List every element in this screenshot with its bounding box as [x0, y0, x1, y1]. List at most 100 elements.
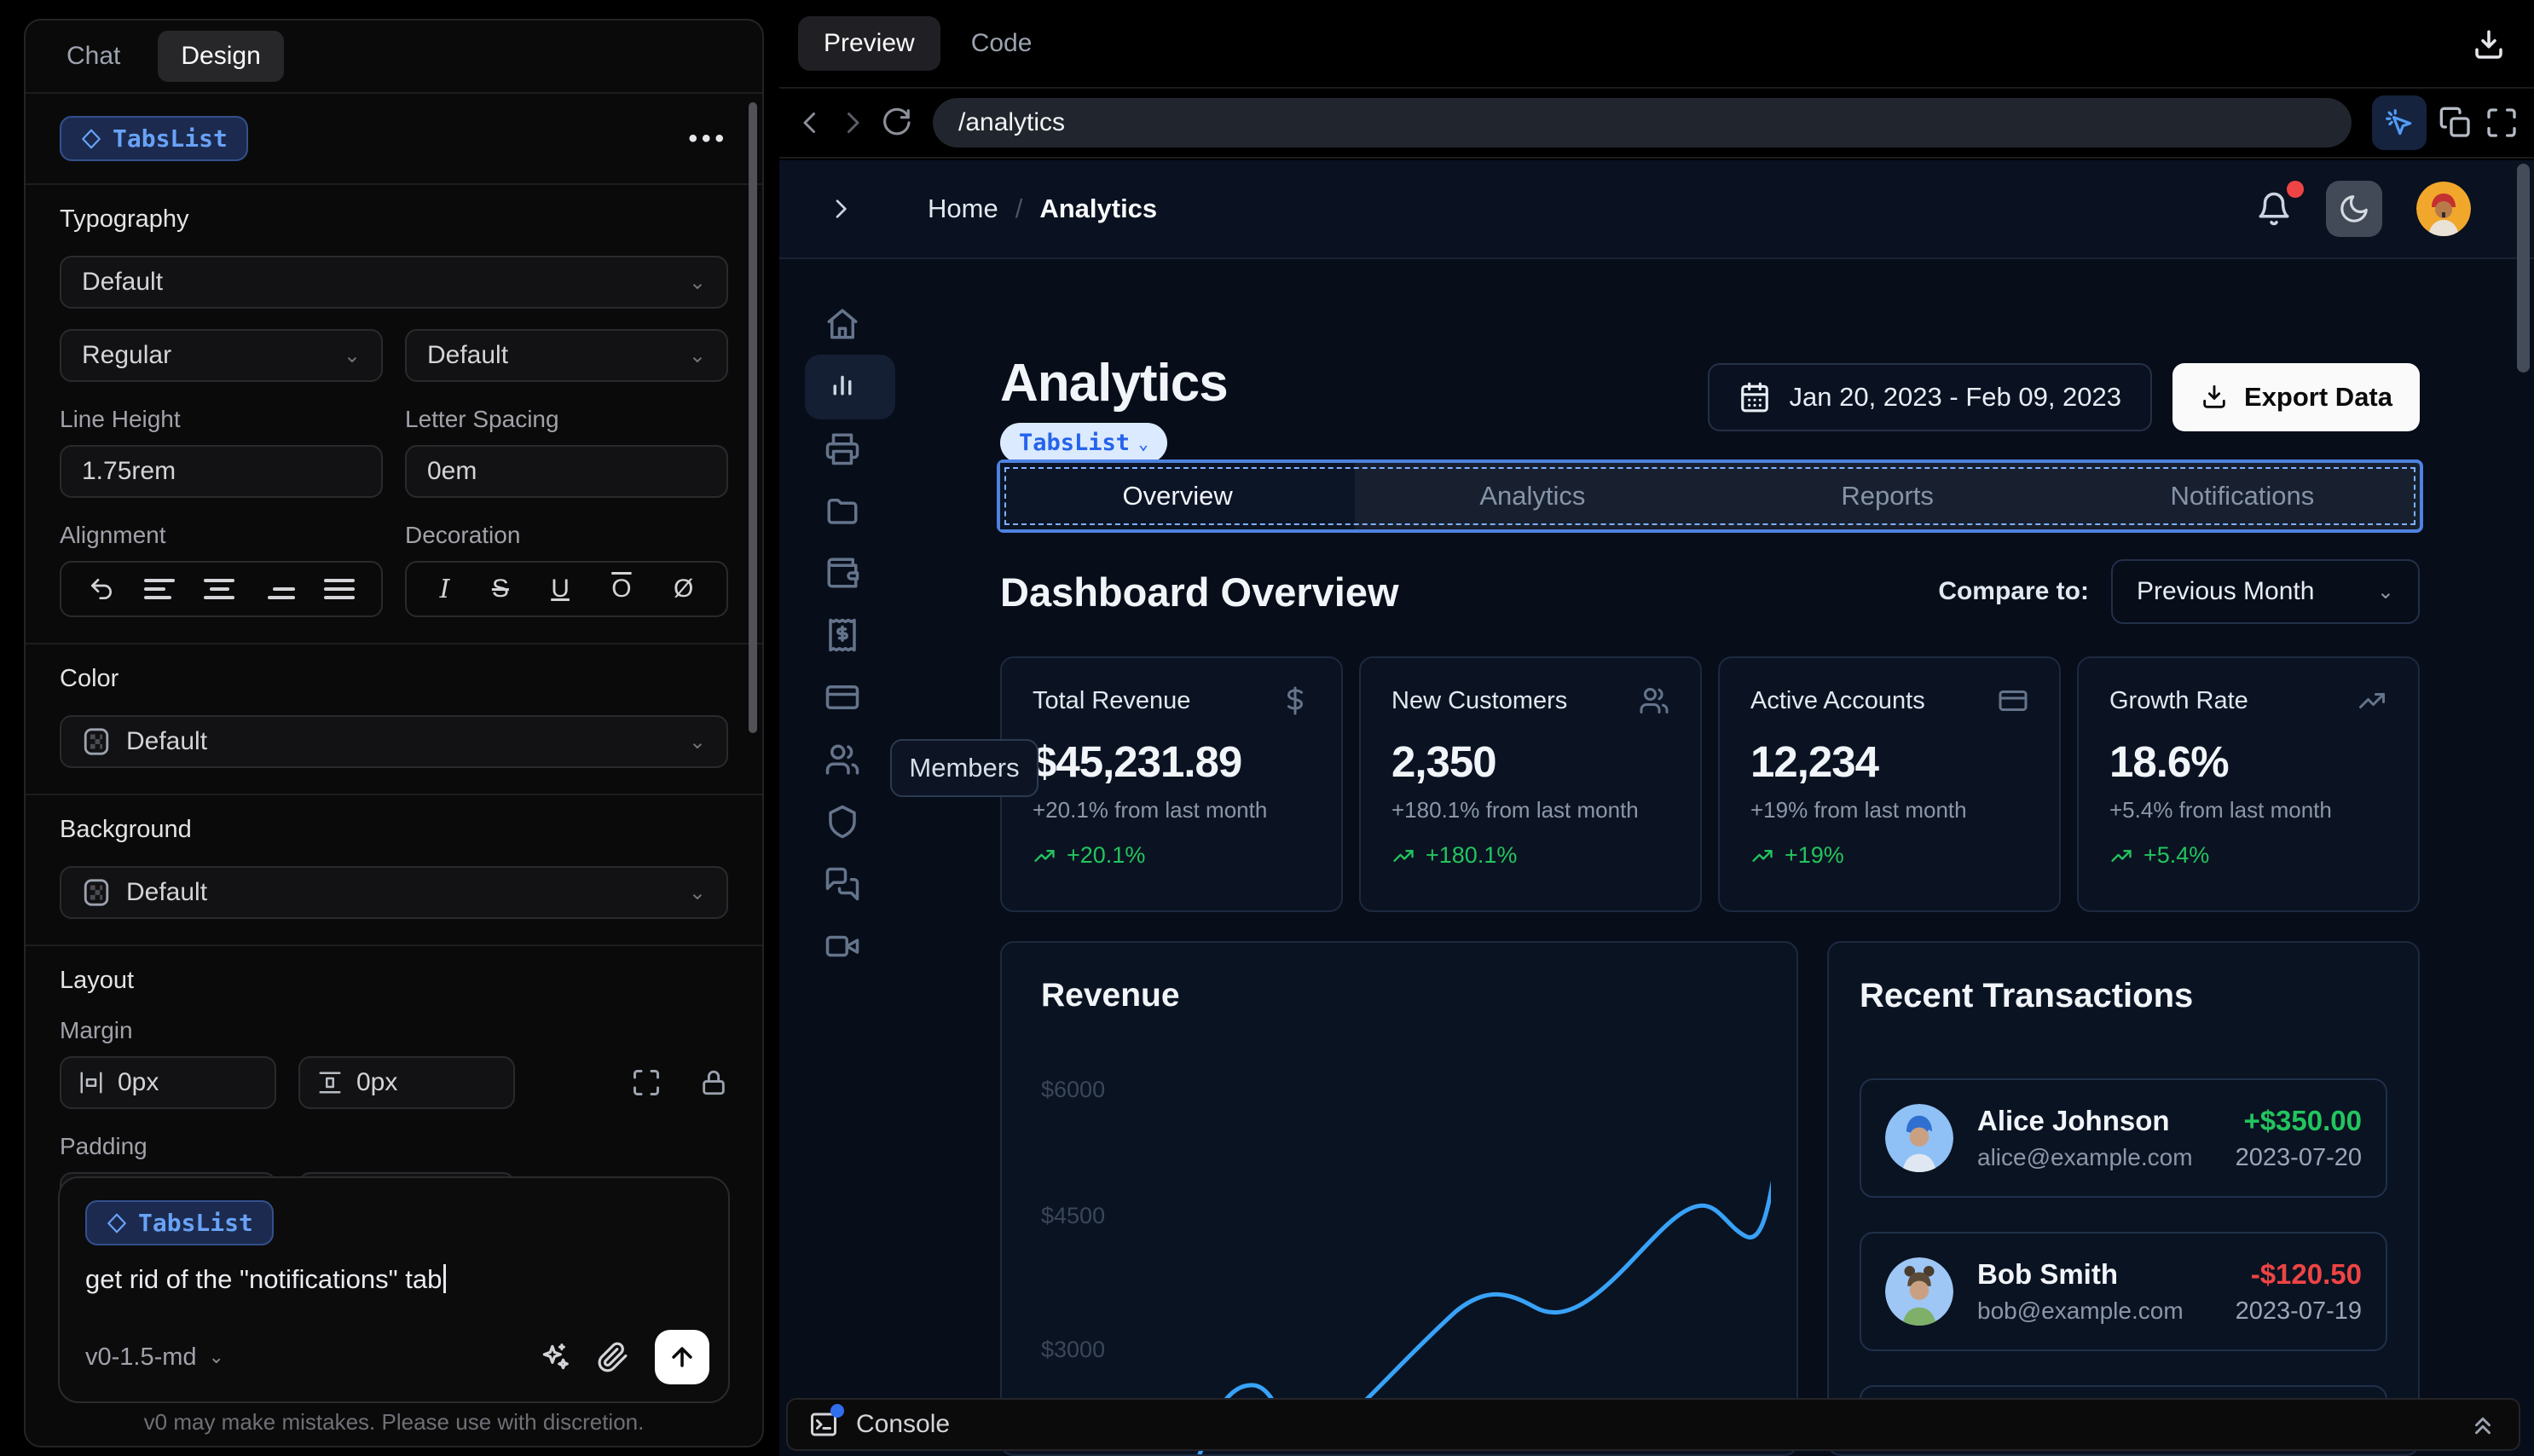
font-size-select[interactable]: Default ⌄: [405, 329, 728, 382]
console-bar[interactable]: Console: [786, 1398, 2520, 1451]
dashboard-main: Analytics TabsList ⌄ Jan 20, 2023 - Feb …: [1000, 259, 2420, 1456]
trending-up-icon: [1034, 849, 1055, 862]
tab-chat[interactable]: Chat: [67, 42, 120, 71]
printer-icon[interactable]: [824, 430, 860, 466]
preview-scrollbar[interactable]: [2517, 164, 2530, 373]
copy-icon[interactable]: [2439, 106, 2473, 140]
lock-icon[interactable]: [699, 1068, 728, 1097]
panel-scrollbar[interactable]: [749, 102, 757, 733]
users-icon[interactable]: [824, 742, 860, 777]
tab-design[interactable]: Design: [158, 31, 284, 82]
tab-preview[interactable]: Preview: [798, 16, 940, 71]
more-options-icon[interactable]: •••: [688, 124, 728, 153]
typography-title: Typography: [60, 205, 189, 233]
chevron-down-icon: ⌄: [1138, 432, 1149, 454]
selected-component-chip[interactable]: TabsList: [60, 116, 248, 161]
bell-icon: [2259, 192, 2289, 226]
line-height-value: 1.75rem: [82, 457, 176, 485]
align-justify-icon[interactable]: [323, 579, 355, 599]
color-select[interactable]: Default ⌄: [60, 715, 728, 768]
notifications-button[interactable]: [2256, 181, 2304, 227]
stat-card-total-revenue[interactable]: Total Revenue $45,231.89 +20.1% from las…: [1000, 656, 1343, 912]
tab-overview[interactable]: Overview: [1000, 463, 1356, 529]
app-body: Members Analytics TabsList ⌄ Jan 20, 202…: [779, 259, 2534, 1456]
theme-toggle-button[interactable]: [2326, 181, 2382, 237]
stat-value: 2,350: [1391, 737, 1497, 786]
letter-spacing-input[interactable]: 0em: [405, 445, 728, 498]
typography-section: Typography Default ⌄ Regular ⌄ Default ⌄…: [26, 185, 762, 644]
transaction-row[interactable]: Bob Smith bob@example.com -$120.50 2023-…: [1860, 1232, 2387, 1351]
component-badge[interactable]: TabsList ⌄: [1000, 423, 1168, 463]
sidebar-expand-icon[interactable]: [827, 195, 854, 222]
compare-select[interactable]: Previous Month ⌄: [2111, 559, 2420, 624]
tab-reports[interactable]: Reports: [1710, 463, 2065, 529]
stat-card-growth-rate[interactable]: Growth Rate 18.6% +5.4% from last month …: [2077, 656, 2420, 912]
stat-value: $45,231.89: [1033, 737, 1242, 786]
transaction-amount: -$120.50: [2250, 1257, 2362, 1290]
user-avatar[interactable]: [2416, 182, 2471, 236]
fullscreen-icon[interactable]: [2485, 106, 2519, 140]
download-icon[interactable]: [2471, 27, 2507, 63]
video-icon[interactable]: [824, 928, 860, 964]
line-height-input[interactable]: 1.75rem: [60, 445, 383, 498]
browser-toolbar: /analytics: [779, 89, 2534, 159]
layout-title: Layout: [60, 967, 135, 994]
no-decoration-button[interactable]: Ø: [674, 575, 693, 604]
bar-chart-icon[interactable]: [824, 368, 860, 404]
back-icon[interactable]: [795, 107, 825, 138]
margin-x-input[interactable]: 0px: [60, 1056, 276, 1109]
panel-tab-bar: Chat Design: [26, 20, 762, 94]
transaction-row[interactable]: Alice Johnson alice@example.com +$350.00…: [1860, 1078, 2387, 1198]
padding-label: Padding: [60, 1133, 148, 1159]
align-left-icon[interactable]: [144, 579, 176, 599]
sparkles-icon[interactable]: [539, 1341, 571, 1373]
refresh-icon[interactable]: [880, 107, 912, 139]
date-range-button[interactable]: Jan 20, 2023 - Feb 09, 2023: [1707, 363, 2153, 431]
diamond-icon: [82, 129, 101, 148]
align-right-icon[interactable]: [264, 579, 295, 599]
undo-icon[interactable]: [88, 575, 115, 603]
align-center-icon[interactable]: [204, 579, 235, 599]
trending-up-icon: [1752, 849, 1773, 862]
tab-code[interactable]: Code: [971, 29, 1033, 58]
receipt-icon[interactable]: [824, 617, 860, 653]
underline-button[interactable]: U: [551, 575, 570, 604]
italic-button[interactable]: I: [440, 575, 450, 604]
font-weight-select[interactable]: Regular ⌄: [60, 329, 383, 382]
stat-card-new-customers[interactable]: New Customers 2,350 +180.1% from last mo…: [1359, 656, 1702, 912]
strikethrough-button[interactable]: S: [492, 575, 509, 604]
chat-composer[interactable]: TabsList get rid of the "notifications" …: [58, 1176, 730, 1403]
breadcrumb-home[interactable]: Home: [928, 194, 998, 224]
composer-input[interactable]: get rid of the "notifications" tab: [85, 1264, 703, 1295]
tab-analytics[interactable]: Analytics: [1355, 463, 1710, 529]
folder-icon[interactable]: [824, 493, 860, 529]
forward-icon[interactable]: [837, 107, 868, 138]
disclaimer-text: v0 may make mistakes. Please use with di…: [143, 1409, 645, 1435]
shield-icon[interactable]: [824, 804, 860, 840]
stat-title: Growth Rate: [2109, 686, 2248, 714]
credit-card-icon[interactable]: [824, 679, 860, 715]
stat-change: +19% from last month: [1750, 797, 1967, 823]
send-button[interactable]: [655, 1330, 709, 1384]
background-select[interactable]: Default ⌄: [60, 866, 728, 919]
breadcrumb-current: Analytics: [1039, 194, 1158, 223]
home-icon[interactable]: [824, 306, 860, 342]
overline-button[interactable]: O: [611, 575, 631, 604]
font-family-select[interactable]: Default ⌄: [60, 256, 728, 309]
color-title: Color: [60, 665, 119, 692]
paperclip-icon[interactable]: [597, 1341, 629, 1373]
url-input[interactable]: /analytics: [933, 98, 2352, 147]
font-weight-value: Regular: [82, 341, 172, 369]
composer-component-chip[interactable]: TabsList: [85, 1200, 274, 1245]
chevrons-up-icon[interactable]: [2467, 1409, 2498, 1440]
expand-sides-icon[interactable]: [631, 1067, 662, 1098]
inspect-cursor-button[interactable]: [2372, 95, 2427, 150]
messages-icon[interactable]: [824, 866, 860, 902]
console-label: Console: [856, 1410, 951, 1438]
margin-y-input[interactable]: 0px: [298, 1056, 515, 1109]
tab-notifications[interactable]: Notifications: [2065, 463, 2420, 529]
export-data-button[interactable]: Export Data: [2172, 363, 2420, 431]
stat-card-active-accounts[interactable]: Active Accounts 12,234 +19% from last mo…: [1718, 656, 2061, 912]
model-select[interactable]: v0-1.5-md ⌄: [85, 1343, 224, 1372]
wallet-icon[interactable]: [824, 555, 860, 591]
